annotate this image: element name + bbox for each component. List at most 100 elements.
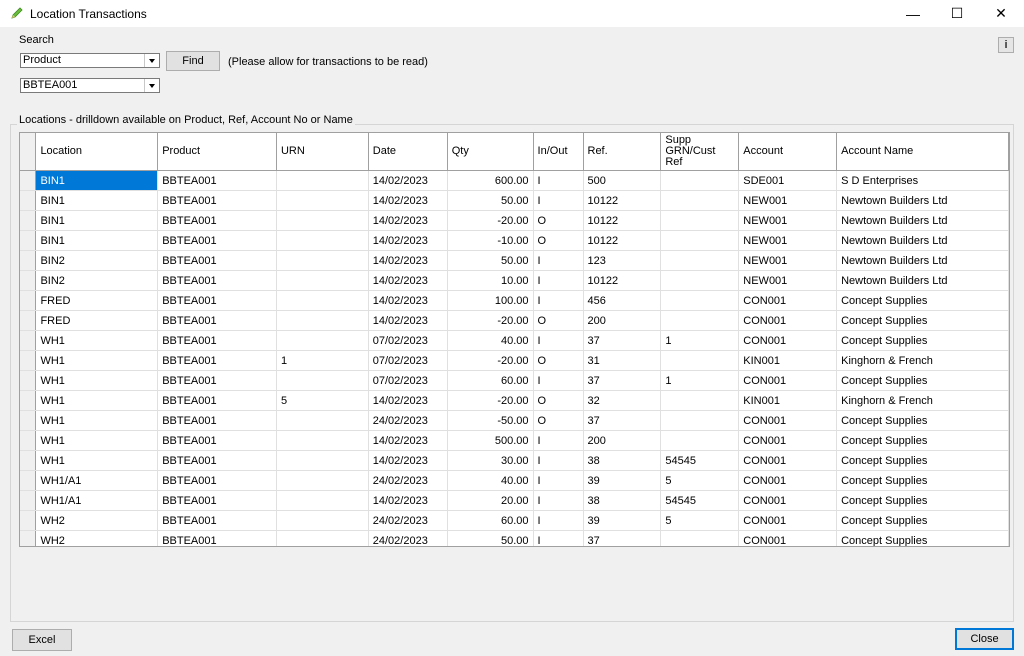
cell-location[interactable]: WH1 (35, 350, 159, 371)
row-header[interactable] (20, 530, 37, 546)
chevron-down-icon[interactable] (144, 54, 159, 67)
column-header-urn[interactable]: URN (276, 133, 369, 171)
row-header[interactable] (20, 230, 37, 251)
cell-date[interactable]: 14/02/2023 (368, 230, 448, 251)
cell-location[interactable]: WH1 (35, 410, 159, 431)
cell-date[interactable]: 24/02/2023 (368, 530, 448, 546)
cell-supp-grn-cust-ref[interactable] (660, 430, 740, 451)
cell-location[interactable]: BIN2 (35, 270, 159, 291)
cell-product[interactable]: BBTEA001 (157, 290, 277, 311)
cell-urn[interactable] (276, 230, 369, 251)
cell-product[interactable]: BBTEA001 (157, 350, 277, 371)
cell-supp-grn-cust-ref[interactable] (660, 310, 740, 331)
table-row[interactable]: WH1/A1 BBTEA001 14/02/2023 20.00 I 38 54545 CON… (20, 490, 1009, 511)
cell-account-name[interactable]: Concept Supplies (836, 370, 1009, 391)
cell-qty[interactable]: -20.00 (447, 310, 534, 331)
cell-product[interactable]: BBTEA001 (157, 470, 277, 491)
cell-in-out[interactable]: I (533, 190, 584, 211)
table-row[interactable]: WH2 BBTEA001 24/02/2023 60.00 I 39 5 CON001 Conc… (20, 510, 1009, 531)
cell-account-name[interactable]: Concept Supplies (836, 430, 1009, 451)
cell-date[interactable]: 24/02/2023 (368, 410, 448, 431)
cell-account[interactable]: KIN001 (738, 350, 838, 371)
table-row[interactable]: WH1 BBTEA001 07/02/2023 60.00 I 37 1 CON001 Conc… (20, 370, 1009, 391)
cell-account-name[interactable]: Newtown Builders Ltd (836, 270, 1009, 291)
row-header[interactable] (20, 310, 37, 331)
cell-urn[interactable]: 1 (276, 350, 369, 371)
find-button[interactable]: Find (166, 51, 220, 71)
cell-in-out[interactable]: O (533, 390, 584, 411)
cell-qty[interactable]: 20.00 (447, 490, 534, 511)
column-header-ref[interactable]: Ref. (583, 133, 662, 171)
cell-account-name[interactable]: Concept Supplies (836, 330, 1009, 351)
cell-product[interactable]: BBTEA001 (157, 450, 277, 471)
cell-urn[interactable] (276, 470, 369, 491)
cell-product[interactable]: BBTEA001 (157, 170, 277, 191)
cell-in-out[interactable]: I (533, 530, 584, 546)
cell-product[interactable]: BBTEA001 (157, 410, 277, 431)
cell-location[interactable]: WH1 (35, 370, 159, 391)
cell-date[interactable]: 14/02/2023 (368, 190, 448, 211)
cell-in-out[interactable]: I (533, 290, 584, 311)
row-header[interactable] (20, 290, 37, 311)
cell-supp-grn-cust-ref[interactable]: 54545 (660, 490, 740, 511)
cell-ref[interactable]: 37 (583, 410, 662, 431)
table-row[interactable]: BIN1 BBTEA001 14/02/2023 600.00 I 500 SDE001 S … (20, 170, 1009, 191)
cell-qty[interactable]: 30.00 (447, 450, 534, 471)
cell-location[interactable]: WH1 (35, 390, 159, 411)
cell-urn[interactable] (276, 450, 369, 471)
cell-urn[interactable] (276, 210, 369, 231)
cell-qty[interactable]: 50.00 (447, 190, 534, 211)
cell-qty[interactable]: 50.00 (447, 530, 534, 546)
cell-product[interactable]: BBTEA001 (157, 510, 277, 531)
close-window-button[interactable]: ✕ (978, 0, 1024, 27)
cell-qty[interactable]: 500.00 (447, 430, 534, 451)
cell-urn[interactable] (276, 270, 369, 291)
cell-supp-grn-cust-ref[interactable] (660, 170, 740, 191)
cell-product[interactable]: BBTEA001 (157, 310, 277, 331)
cell-date[interactable]: 24/02/2023 (368, 470, 448, 491)
cell-in-out[interactable]: I (533, 430, 584, 451)
table-row[interactable]: BIN2 BBTEA001 14/02/2023 10.00 I 10122 NEW001 N… (20, 270, 1009, 291)
cell-account[interactable]: CON001 (738, 510, 838, 531)
cell-account[interactable]: CON001 (738, 310, 838, 331)
cell-ref[interactable]: 31 (583, 350, 662, 371)
cell-in-out[interactable]: I (533, 330, 584, 351)
cell-account[interactable]: CON001 (738, 290, 838, 311)
cell-product[interactable]: BBTEA001 (157, 270, 277, 291)
cell-ref[interactable]: 10122 (583, 210, 662, 231)
cell-account[interactable]: CON001 (738, 410, 838, 431)
cell-date[interactable]: 07/02/2023 (368, 330, 448, 351)
cell-product[interactable]: BBTEA001 (157, 330, 277, 351)
cell-urn[interactable] (276, 250, 369, 271)
info-button[interactable]: i (998, 37, 1014, 53)
cell-account-name[interactable]: Newtown Builders Ltd (836, 190, 1009, 211)
cell-product[interactable]: BBTEA001 (157, 430, 277, 451)
column-header-date[interactable]: Date (368, 133, 448, 171)
close-button[interactable]: Close (955, 628, 1014, 650)
cell-account-name[interactable]: Concept Supplies (836, 450, 1009, 471)
cell-product[interactable]: BBTEA001 (157, 390, 277, 411)
column-header-product[interactable]: Product (157, 133, 277, 171)
cell-ref[interactable]: 10122 (583, 230, 662, 251)
cell-account[interactable]: CON001 (738, 490, 838, 511)
cell-supp-grn-cust-ref[interactable]: 5 (660, 470, 740, 491)
cell-urn[interactable] (276, 310, 369, 331)
cell-in-out[interactable]: O (533, 310, 584, 331)
cell-date[interactable]: 14/02/2023 (368, 310, 448, 331)
cell-supp-grn-cust-ref[interactable] (660, 290, 740, 311)
row-header[interactable] (20, 330, 37, 351)
column-header-location[interactable]: Location (35, 133, 159, 171)
cell-urn[interactable] (276, 510, 369, 531)
cell-urn[interactable] (276, 170, 369, 191)
cell-in-out[interactable]: I (533, 450, 584, 471)
cell-location[interactable]: WH1 (35, 330, 159, 351)
row-header[interactable] (20, 350, 37, 371)
cell-supp-grn-cust-ref[interactable] (660, 210, 740, 231)
cell-location[interactable]: BIN2 (35, 250, 159, 271)
cell-account[interactable]: CON001 (738, 450, 838, 471)
transactions-grid[interactable]: Location Product URN Date Qty In/Out Ref… (19, 132, 1010, 547)
cell-location[interactable]: BIN1 (35, 170, 159, 191)
cell-date[interactable]: 07/02/2023 (368, 370, 448, 391)
cell-ref[interactable]: 37 (583, 330, 662, 351)
cell-qty[interactable]: -10.00 (447, 230, 534, 251)
